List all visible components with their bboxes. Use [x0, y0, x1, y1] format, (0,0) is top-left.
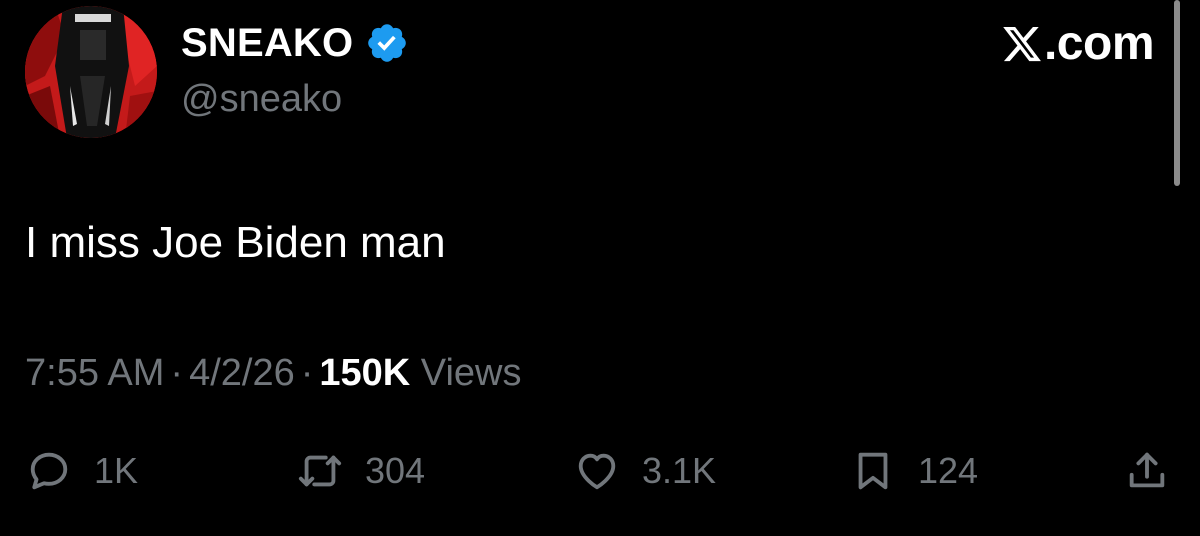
- meta-separator: ·: [300, 352, 314, 394]
- verified-badge-icon: [368, 24, 407, 62]
- like-count: 3.1K: [642, 450, 717, 491]
- share-icon: [1129, 452, 1165, 488]
- meta-separator: ·: [170, 352, 184, 394]
- repost-icon: [298, 455, 342, 487]
- heart-icon: [578, 453, 616, 490]
- bookmark-icon: [858, 452, 888, 490]
- repost-button[interactable]: 304: [297, 444, 425, 498]
- x-com-watermark: .com: [1001, 16, 1155, 71]
- display-name[interactable]: SNEAKO: [181, 21, 353, 66]
- author-name-row[interactable]: SNEAKO: [181, 18, 409, 68]
- share-button[interactable]: [1124, 444, 1170, 498]
- reply-button[interactable]: 1K: [26, 444, 138, 498]
- x-logo-icon: [1003, 26, 1041, 61]
- avatar[interactable]: [25, 6, 157, 138]
- views-count[interactable]: 150K: [319, 352, 410, 394]
- tweet-date[interactable]: 4/2/26: [189, 352, 295, 394]
- user-handle[interactable]: @sneako: [181, 78, 342, 121]
- reply-icon: [30, 452, 68, 490]
- scrollbar[interactable]: [1174, 0, 1180, 186]
- repost-count: 304: [365, 450, 426, 491]
- tweet-meta: 7:55 AM · 4/2/26 · 150K Views: [25, 352, 521, 395]
- tweet-text: I miss Joe Biden man: [25, 218, 446, 267]
- views-label[interactable]: Views: [421, 352, 522, 394]
- domain-suffix: .com: [1043, 17, 1155, 70]
- like-button[interactable]: 3.1K: [574, 444, 716, 498]
- tweet-time[interactable]: 7:55 AM: [25, 352, 164, 394]
- reply-count: 1K: [94, 450, 139, 491]
- bookmark-button[interactable]: 124: [850, 444, 978, 498]
- bookmark-count: 124: [918, 450, 979, 491]
- avatar-image: [25, 6, 157, 138]
